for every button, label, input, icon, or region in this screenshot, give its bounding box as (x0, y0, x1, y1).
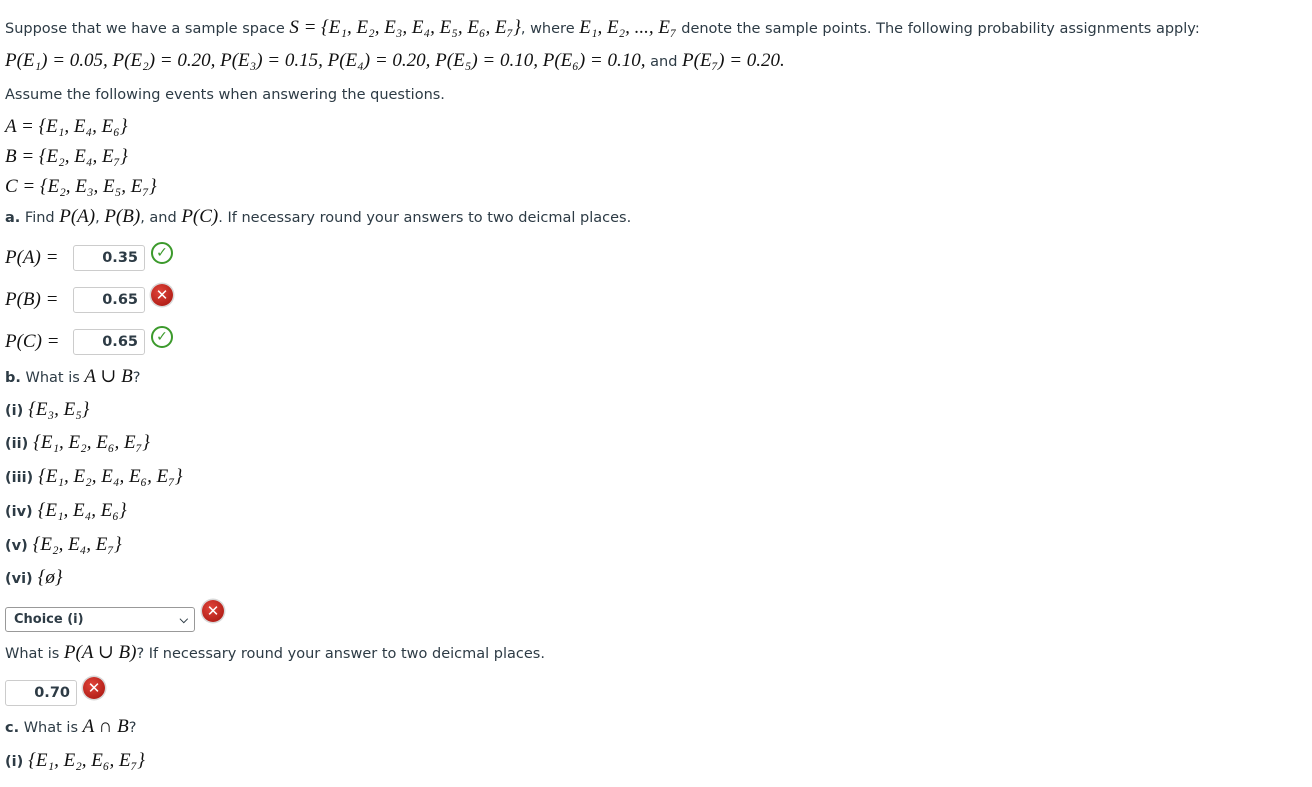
answer-row-pc: P(C) = 0.65 ✓ (5, 326, 173, 355)
text-line: C = {E₂, E₃, E₅, E₇} (5, 176, 157, 199)
incorrect-x-icon: ✕ (151, 284, 173, 306)
math-expression: P(B) (104, 206, 141, 227)
text-line: (i) {E₁, E₂, E₆, E₇} (5, 750, 145, 773)
math-expression: S = {E₁, E₂, E₃, E₄, E₅, E₆, E₇} (289, 17, 521, 38)
select-value: Choice (i) (14, 612, 84, 627)
math-expression: A = {E₁, E₄, E₆} (5, 116, 128, 137)
chevron-down-icon: ⌵ (179, 613, 188, 626)
union-choice-select[interactable]: Choice (i) ⌵ (5, 607, 195, 632)
math-expression: P(C) (181, 206, 219, 227)
item-label: (ii) (5, 436, 34, 452)
text-line: (iv) {E₁, E₄, E₆} (5, 500, 127, 523)
pa-input[interactable]: 0.35 (73, 245, 145, 271)
correct-check-icon: ✓ (151, 242, 173, 264)
text: ? (132, 370, 141, 386)
math-expression: E₁, E₂, ..., E₇ (579, 17, 677, 38)
text: , where (520, 21, 580, 37)
pb-input[interactable]: 0.65 (73, 287, 145, 313)
text-line: b. What is A ∪ B? (5, 366, 140, 389)
item-label: c. (5, 720, 20, 736)
math-expression: P(E₇) = 0.20. (682, 50, 785, 71)
answer-row-pa: P(A) = 0.35 ✓ (5, 242, 173, 271)
text-line: Assume the following events when answeri… (5, 84, 445, 106)
correct-check-icon: ✓ (151, 326, 173, 348)
pc-input[interactable]: 0.65 (73, 329, 145, 355)
math-expression: P(A) (59, 206, 96, 227)
item-label: (v) (5, 538, 33, 554)
answer-row-pb: P(B) = 0.65 ✕ (5, 284, 173, 313)
item-label: (i) (5, 403, 29, 419)
math-expression: P(E₁) = 0.05, P(E₂) = 0.20, P(E₃) = 0.15… (5, 50, 646, 71)
answer-label: P(B) = (5, 289, 59, 310)
math-expression: C = {E₂, E₃, E₅, E₇} (5, 176, 157, 197)
item-label: (iii) (5, 470, 39, 486)
text-line: (i) {E₃, E₅} (5, 399, 89, 422)
text: . If necessary round your answers to two… (218, 210, 632, 226)
text-line: B = {E₂, E₄, E₇} (5, 146, 128, 169)
text-line: What is P(A ∪ B)? If necessary round you… (5, 642, 545, 665)
text-line: a. Find P(A), P(B), and P(C). If necessa… (5, 206, 631, 229)
math-expression: {E₁, E₂, E₆, E₇} (28, 750, 145, 771)
text: , and (140, 210, 182, 226)
text: denote the sample points. The following … (676, 21, 1200, 37)
text-line: (v) {E₂, E₄, E₇} (5, 534, 122, 557)
text-line: c. What is A ∩ B? (5, 716, 136, 739)
text: ? (128, 720, 137, 736)
item-label: a. (5, 210, 21, 226)
math-expression: {E₁, E₂, E₆, E₇} (33, 432, 150, 453)
answer-label: P(C) = (5, 331, 60, 352)
math-expression: A ∩ B (82, 716, 129, 737)
answer-label: P(A) = (5, 247, 59, 268)
text: Suppose that we have a sample space (5, 21, 290, 37)
math-expression: P(A ∪ B) (63, 642, 137, 663)
item-label: (vi) (5, 571, 38, 587)
math-expression: {E₂, E₄, E₇} (32, 534, 122, 555)
text: What is (5, 646, 64, 662)
text-line: (vi) {ø} (5, 567, 62, 590)
math-expression: B = {E₂, E₄, E₇} (5, 146, 128, 167)
math-expression: {E₁, E₄, E₆} (37, 500, 127, 521)
text: Assume the following events when answeri… (5, 87, 445, 103)
answer-row-union: 0.70 ✕ (5, 677, 105, 706)
math-expression: {E₃, E₅} (28, 399, 90, 420)
text: Find (20, 210, 60, 226)
text-line: A = {E₁, E₄, E₆} (5, 116, 127, 139)
item-label: (i) (5, 754, 29, 770)
text: What is (20, 370, 85, 386)
item-label: b. (5, 370, 21, 386)
incorrect-x-icon: ✕ (83, 677, 105, 699)
text-line: (iii) {E₁, E₂, E₄, E₆, E₇} (5, 466, 182, 489)
text-line: (ii) {E₁, E₂, E₆, E₇} (5, 432, 150, 455)
text: What is (19, 720, 83, 736)
text: ? If necessary round your answer to two … (136, 646, 545, 662)
text-line: P(E₁) = 0.05, P(E₂) = 0.20, P(E₃) = 0.15… (5, 50, 785, 73)
item-label: (iv) (5, 504, 38, 520)
math-expression: A ∪ B (84, 366, 133, 387)
text: , (95, 210, 105, 226)
p-union-input[interactable]: 0.70 (5, 680, 77, 706)
incorrect-x-icon: ✕ (202, 600, 224, 622)
text-line: Suppose that we have a sample space S = … (5, 17, 1200, 40)
text: and (645, 54, 683, 70)
math-expression: {E₁, E₂, E₄, E₆, E₇} (38, 466, 183, 487)
math-expression: {ø} (37, 567, 63, 588)
